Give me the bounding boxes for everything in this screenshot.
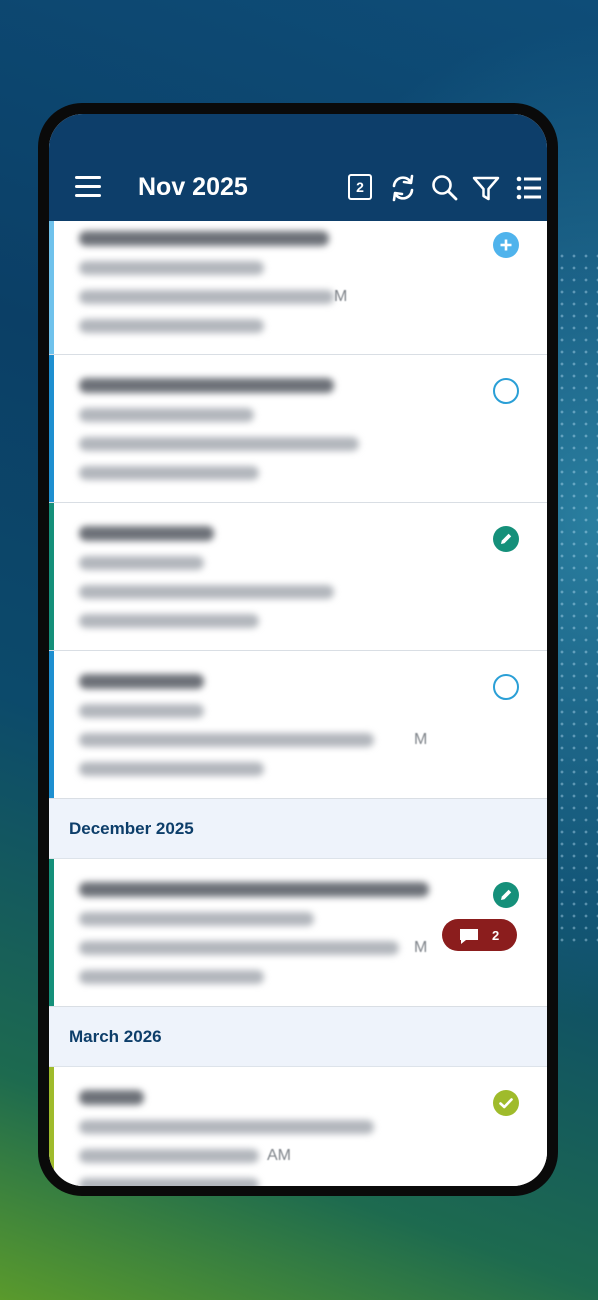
comment-count: 2 [492,928,500,943]
blurred-owner [79,614,259,628]
search-icon[interactable] [430,173,460,203]
pencil-circle-icon[interactable] [493,526,519,552]
blurred-time [79,437,359,451]
comment-count-badge[interactable]: 2 [442,919,517,951]
check-circle-icon[interactable] [493,1090,519,1116]
refresh-icon[interactable] [388,173,418,203]
blurred-time [79,290,334,304]
blurred-title [79,1090,144,1105]
blurred-owner [79,319,264,333]
page-title: Nov 2025 [138,173,248,201]
blurred-owner [79,762,264,776]
list-item[interactable]: M [49,221,547,355]
empty-circle-icon[interactable] [493,378,519,404]
blurred-address [79,704,204,718]
blurred-time [79,585,334,599]
pencil-circle-icon[interactable] [493,882,519,908]
status-color-bar [49,355,54,502]
time-suffix: AM [267,1147,291,1164]
blurred-title [79,378,334,393]
section-title: March 2026 [69,1027,162,1046]
filter-icon[interactable] [471,173,501,203]
status-color-bar [49,1067,54,1186]
status-color-bar [49,503,54,650]
list-item[interactable] [49,503,547,651]
time-suffix: M [414,731,428,748]
app-screen: Nov 2025 2 M M December 2025 M 2 March 2… [49,114,547,1186]
blurred-owner [79,466,259,480]
blurred-owner [79,970,264,984]
menu-icon[interactable] [75,176,101,198]
blurred-title [79,526,214,541]
list-item[interactable]: M [49,651,547,799]
status-color-bar [49,221,54,354]
status-color-bar [49,651,54,798]
comment-icon [460,929,478,944]
blurred-title [79,231,329,246]
blurred-address [79,408,254,422]
plus-circle-icon[interactable] [493,232,519,258]
blurred-time [79,1149,259,1163]
blurred-address [79,556,204,570]
blurred-title [79,882,429,897]
list-item[interactable] [49,355,547,503]
calendar-day-icon[interactable]: 2 [348,174,372,200]
list-view-icon[interactable] [514,173,544,203]
time-suffix: M [414,939,428,956]
section-header-december: December 2025 [49,799,547,859]
phone-frame: Nov 2025 2 M M December 2025 M 2 March 2… [38,103,558,1196]
empty-circle-icon[interactable] [493,674,519,700]
app-bar: Nov 2025 2 [49,154,547,221]
time-suffix: M [334,288,348,305]
blurred-owner [79,1178,259,1186]
list-item[interactable]: M 2 [49,859,547,1007]
list-item[interactable]: AM [49,1067,547,1186]
blurred-address [79,1120,374,1134]
blurred-time [79,941,399,955]
blurred-address [79,912,314,926]
blurred-title [79,674,204,689]
blurred-time [79,733,374,747]
status-bar [49,114,547,154]
status-color-bar [49,859,54,1006]
blurred-address [79,261,264,275]
appointment-list: M M December 2025 M 2 March 2026 AM [49,221,547,1186]
section-title: December 2025 [69,819,194,838]
section-header-march: March 2026 [49,1007,547,1067]
